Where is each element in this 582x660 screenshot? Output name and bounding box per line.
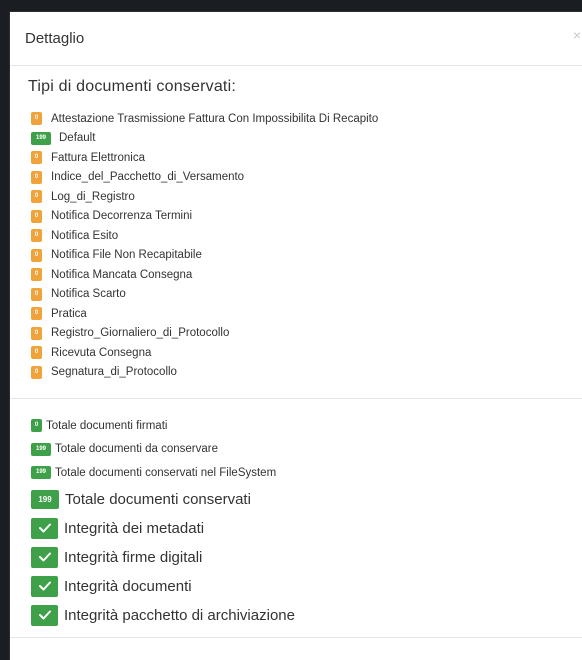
list-item: 199 Default [31,129,378,149]
list-item: 0 Segnatura_di_Protocollo [31,363,378,383]
count-badge: 0 [31,170,42,184]
total-preserved-label: Totale documenti conservati [65,490,251,508]
document-type-label: Log_di_Registro [51,190,135,203]
check-icon [31,546,58,568]
document-type-label: Notifica Scarto [51,288,126,301]
count-badge: 199 [31,489,59,509]
document-type-label: Attestazione Trasmissione Fattura Con Im… [51,112,379,125]
integrity-package-row: Integrità pacchetto di archiviazione [31,601,295,630]
document-type-label: Indice_del_Pacchetto_di_Versamento [51,171,245,184]
count-badge: 0 [31,346,42,360]
list-item: 0 Indice_del_Pacchetto_di_Versamento [31,168,378,188]
count-badge: 0 [31,326,42,340]
integrity-documents-row: Integrità documenti [31,572,295,601]
count-badge: 0 [31,287,42,301]
document-types-title: Tipi di documenti conservati: [28,78,236,95]
list-item: 0 Notifica File Non Recapitabile [31,246,378,266]
list-item: 0 Notifica Scarto [31,285,378,305]
count-badge: 0 [31,112,42,126]
integrity-signatures-label: Integrità firme digitali [64,548,203,566]
integrity-metadata-row: Integrità dei metadati [31,514,295,543]
total-filesystem-label: Totale documenti conservati nel FileSyst… [55,466,277,479]
list-item: 0 Registro_Giornaliero_di_Protocollo [31,324,378,344]
list-item: 0 Log_di_Registro [31,187,378,207]
list-item: 0 Attestazione Trasmissione Fattura Con … [31,109,378,129]
document-type-label: Notifica File Non Recapitabile [51,249,202,262]
footer-divider [10,637,582,638]
list-item: 0 Notifica Esito [31,226,378,246]
count-badge: 0 [31,209,42,223]
document-type-label: Ricevuta Consegna [51,346,152,359]
total-signed-label: Totale documenti firmati [46,419,168,432]
section-divider [10,398,582,399]
total-signed-row: 0 Totale documenti firmati [31,414,295,438]
check-icon [31,575,58,597]
count-badge: 199 [31,131,51,145]
document-types-list: 0 Attestazione Trasmissione Fattura Con … [31,109,378,382]
count-badge: 0 [31,151,42,165]
document-type-label: Notifica Decorrenza Termini [51,210,193,223]
modal-header: Dettaglio × [10,12,582,66]
count-badge: 0 [31,190,42,204]
list-item: 0 Notifica Decorrenza Termini [31,207,378,227]
document-type-label: Segnatura_di_Protocollo [51,366,177,379]
count-badge: 0 [31,365,42,379]
list-item: 0 Pratica [31,304,378,324]
document-type-label: Notifica Mancata Consegna [51,268,193,281]
modal-title: Dettaglio [25,30,85,47]
document-type-label: Pratica [51,307,87,320]
total-filesystem-row: 199 Totale documenti conservati nel File… [31,461,295,485]
check-icon [31,517,58,539]
integrity-documents-label: Integrità documenti [64,577,192,595]
totals-list: 0 Totale documenti firmati 199 Totale do… [31,414,295,630]
count-badge: 0 [31,229,42,243]
count-badge: 0 [31,419,42,433]
count-badge: 199 [31,466,51,480]
document-type-label: Registro_Giornaliero_di_Protocollo [51,327,230,340]
detail-modal: Dettaglio × Tipi di documenti conservati… [9,11,582,660]
integrity-metadata-label: Integrità dei metadati [64,519,205,537]
integrity-signatures-row: Integrità firme digitali [31,543,295,572]
close-icon[interactable]: × [573,28,581,42]
count-badge: 199 [31,442,51,456]
check-icon [31,604,58,626]
document-type-label: Fattura Elettronica [51,151,145,164]
count-badge: 0 [31,307,42,321]
total-preserved-row: 199 Totale documenti conservati [31,485,295,514]
count-badge: 0 [31,248,42,262]
integrity-package-label: Integrità pacchetto di archiviazione [64,606,295,624]
count-badge: 0 [31,268,42,282]
total-to-preserve-row: 199 Totale documenti da conservare [31,438,295,462]
document-type-label: Notifica Esito [51,229,119,242]
total-to-preserve-label: Totale documenti da conservare [55,443,219,456]
list-item: 0 Ricevuta Consegna [31,343,378,363]
list-item: 0 Fattura Elettronica [31,148,378,168]
document-type-label: Default [59,132,96,145]
list-item: 0 Notifica Mancata Consegna [31,265,378,285]
